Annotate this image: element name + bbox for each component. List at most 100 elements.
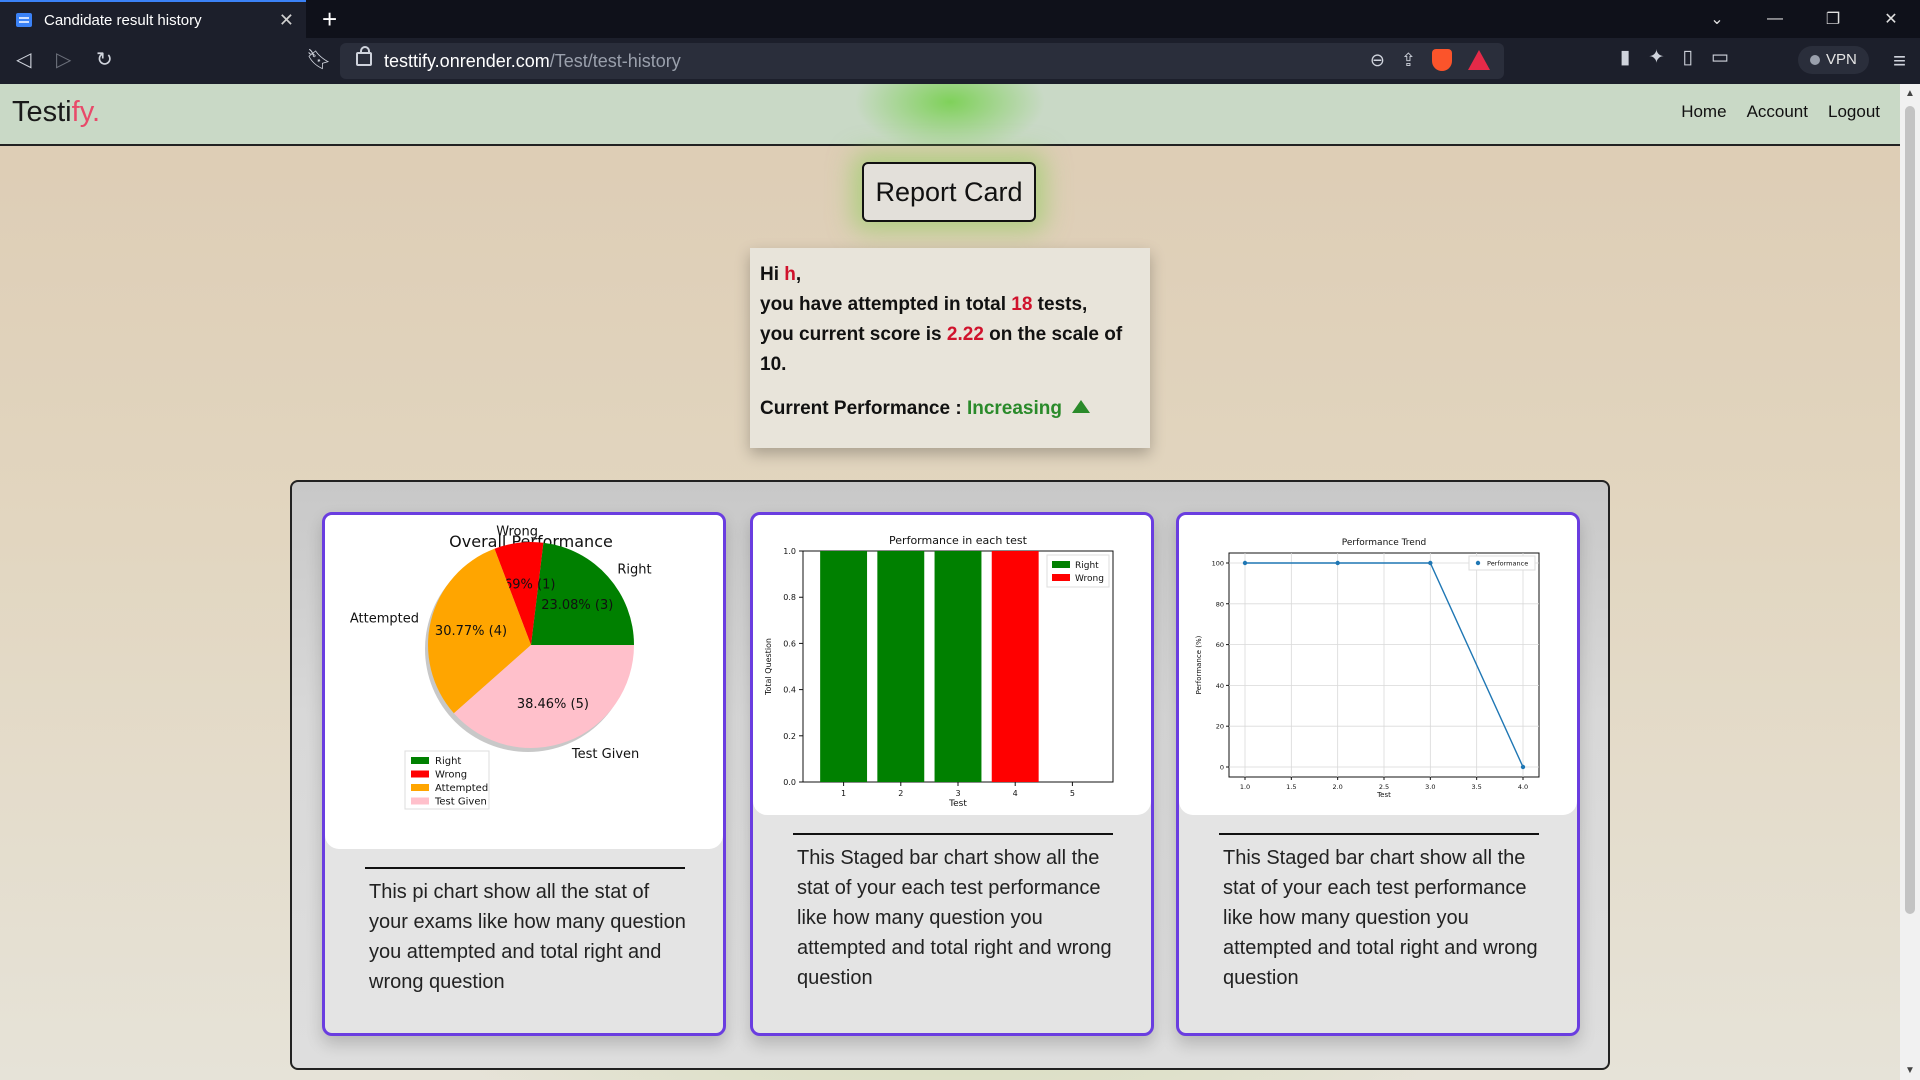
pie-slice-name-label: Wrong [496, 524, 538, 539]
attempted-suffix: tests, [1032, 294, 1088, 315]
page-favicon-icon [16, 13, 32, 27]
pie-legend-swatch [411, 784, 429, 791]
bar-x-tick-label: 2 [898, 789, 903, 798]
bar-y-tick-label: 0.2 [783, 732, 796, 741]
line-y-tick-label: 0 [1220, 764, 1224, 772]
card-divider [365, 867, 685, 869]
bar-right-test-2 [877, 551, 925, 782]
window-controls: ⌄ — ❐ ✕ [1688, 0, 1920, 38]
reload-icon[interactable]: ↻ [96, 48, 113, 72]
pie-slice-name-label: Test Given [571, 747, 639, 762]
nav-links: Home Account Logout [1681, 102, 1880, 122]
page-scrollbar[interactable]: ▲ ▼ [1900, 84, 1920, 1080]
restore-icon[interactable]: ❐ [1804, 9, 1862, 29]
line-legend-marker [1475, 560, 1481, 566]
line-point-test-1 [1242, 560, 1248, 566]
line-x-tick-label: 3.0 [1425, 783, 1435, 791]
brand-logo[interactable]: Testify. [12, 96, 100, 129]
nav-link-logout[interactable]: Logout [1828, 102, 1880, 122]
line-x-tick-label: 2.5 [1379, 783, 1389, 791]
line-x-tick-label: 1.5 [1286, 783, 1296, 791]
pie-slice-percent-label: 23.08% (3) [541, 598, 613, 613]
bar-x-tick-label: 5 [1070, 789, 1075, 798]
share-icon[interactable]: ⇪ [1401, 50, 1416, 71]
performance-line: Current Performance : Increasing [760, 394, 1140, 424]
line-point-test-2 [1335, 560, 1340, 566]
line-y-tick-label: 100 [1212, 560, 1224, 568]
wallet-icon[interactable]: ▭ [1711, 46, 1729, 69]
tab-title: Candidate result history [44, 11, 202, 29]
line-chart: Performance Trend 1.0 1.5 2.0 2.5 3.0 3.5 4.0 0 2… [1195, 538, 1540, 799]
scale-line: 10. [760, 354, 787, 375]
bar-chart-title: Performance in each test [889, 534, 1028, 547]
browser-tab-strip: Candidate result history ✕ + ⌄ — ❐ ✕ [0, 0, 1920, 38]
line-y-tick-label: 60 [1216, 641, 1224, 649]
greeting-suffix: , [795, 264, 802, 285]
pie-chart-description: This pi chart show all the stat of your … [369, 881, 686, 993]
pie-slice-right [531, 542, 634, 645]
line-chart-card: Performance Trend 1.0 1.5 2.0 2.5 3.0 3.5 4.0 0 2… [1176, 512, 1580, 1036]
card-divider [793, 833, 1113, 835]
line-chart-title: Performance Trend [1342, 538, 1427, 548]
bar-x-tick-label: 3 [955, 789, 960, 798]
bar-x-tick-label: 4 [1013, 789, 1018, 798]
bar-legend-swatch [1052, 561, 1070, 568]
brave-shields-icon[interactable] [1432, 49, 1452, 71]
bookmark-icon[interactable]: 🔖︎ [306, 48, 331, 72]
vpn-button[interactable]: VPN [1798, 46, 1869, 74]
url-bar[interactable]: testtify.onrender.com/Test/test-history … [340, 43, 1504, 79]
back-icon[interactable]: ◁ [16, 48, 31, 72]
bar-chart-card: Performance in each test 0.0 0.2 0.4 0.6 0.8 1… [750, 512, 1154, 1036]
bar-y-tick-label: 0.0 [783, 778, 796, 787]
bar-y-axis-label: Total Question [764, 638, 773, 696]
user-name: h [784, 264, 796, 285]
sidebar-toggle-icon[interactable]: ▯ [1682, 46, 1692, 69]
menu-icon[interactable]: ≡ [1893, 48, 1906, 74]
greeting-line: Hi h, [760, 260, 1140, 290]
minimize-icon[interactable]: — [1746, 10, 1804, 28]
scroll-up-icon[interactable]: ▲ [1905, 88, 1915, 99]
url-text[interactable]: testtify.onrender.com/Test/test-history [384, 51, 681, 72]
line-x-tick-label: 1.0 [1240, 783, 1250, 791]
close-window-icon[interactable]: ✕ [1862, 9, 1920, 29]
bar-x-tick-label: 1 [841, 789, 846, 798]
line-y-tick-label: 20 [1216, 723, 1224, 731]
close-tab-icon[interactable]: ✕ [279, 10, 294, 31]
lock-icon [356, 46, 372, 66]
brand-main: Testi [12, 96, 72, 128]
browser-tab-active[interactable]: Candidate result history ✕ [0, 0, 306, 38]
bar-wrong-test-4 [991, 551, 1039, 782]
navbar-glow [855, 84, 1045, 144]
line-legend-label: Performance [1487, 560, 1528, 568]
scroll-down-icon[interactable]: ▼ [1905, 1065, 1915, 1076]
attempted-line: you have attempted in total 18 tests, [760, 290, 1140, 320]
extensions-puzzle-icon[interactable]: ✦ [1648, 46, 1664, 69]
new-tab-icon[interactable]: + [322, 4, 337, 34]
bar-chart-plot: Performance in each test 0.0 0.2 0.4 0.6 0.8 1… [753, 515, 1151, 815]
nav-link-account[interactable]: Account [1747, 102, 1808, 122]
line-y-tick-label: 80 [1216, 600, 1224, 608]
brave-rewards-icon[interactable] [1468, 50, 1490, 70]
pie-chart: Overall Performance23.08% (3)Right7.69% … [350, 524, 652, 810]
line-y-axis-label: Performance (%) [1195, 635, 1203, 694]
performance-value: Increasing [966, 398, 1062, 419]
line-x-tick-label: 3.5 [1471, 783, 1481, 791]
charts-panel: Overall Performance 23.08% (3) Right 7.69% … [290, 480, 1610, 1070]
line-chart-description: This Staged bar chart show all the stat … [1223, 847, 1538, 989]
scroll-thumb[interactable] [1905, 106, 1915, 914]
wallet-extension-icon[interactable]: ▮ [1620, 46, 1630, 69]
score-suffix: on the scale of [983, 324, 1123, 345]
bar-right-test-1 [820, 551, 868, 782]
total-tests-value: 18 [1011, 294, 1033, 315]
forward-icon[interactable]: ▷ [56, 48, 71, 72]
nav-link-home[interactable]: Home [1681, 102, 1726, 122]
tab-search-chevron-icon[interactable]: ⌄ [1688, 9, 1746, 29]
zoom-out-icon[interactable]: ⊖ [1370, 50, 1385, 71]
bar-chart: Performance in each test 0.0 0.2 0.4 0.6 0.8 1… [764, 534, 1114, 809]
line-x-axis-label: Test [1376, 791, 1391, 799]
bar-x-axis-label: Test [948, 799, 967, 809]
bar-right-test-3 [934, 551, 982, 782]
line-x-tick-label: 2.0 [1332, 783, 1342, 791]
url-host: testtify.onrender.com [384, 51, 550, 71]
bar-legend-label: Right [1075, 561, 1099, 571]
